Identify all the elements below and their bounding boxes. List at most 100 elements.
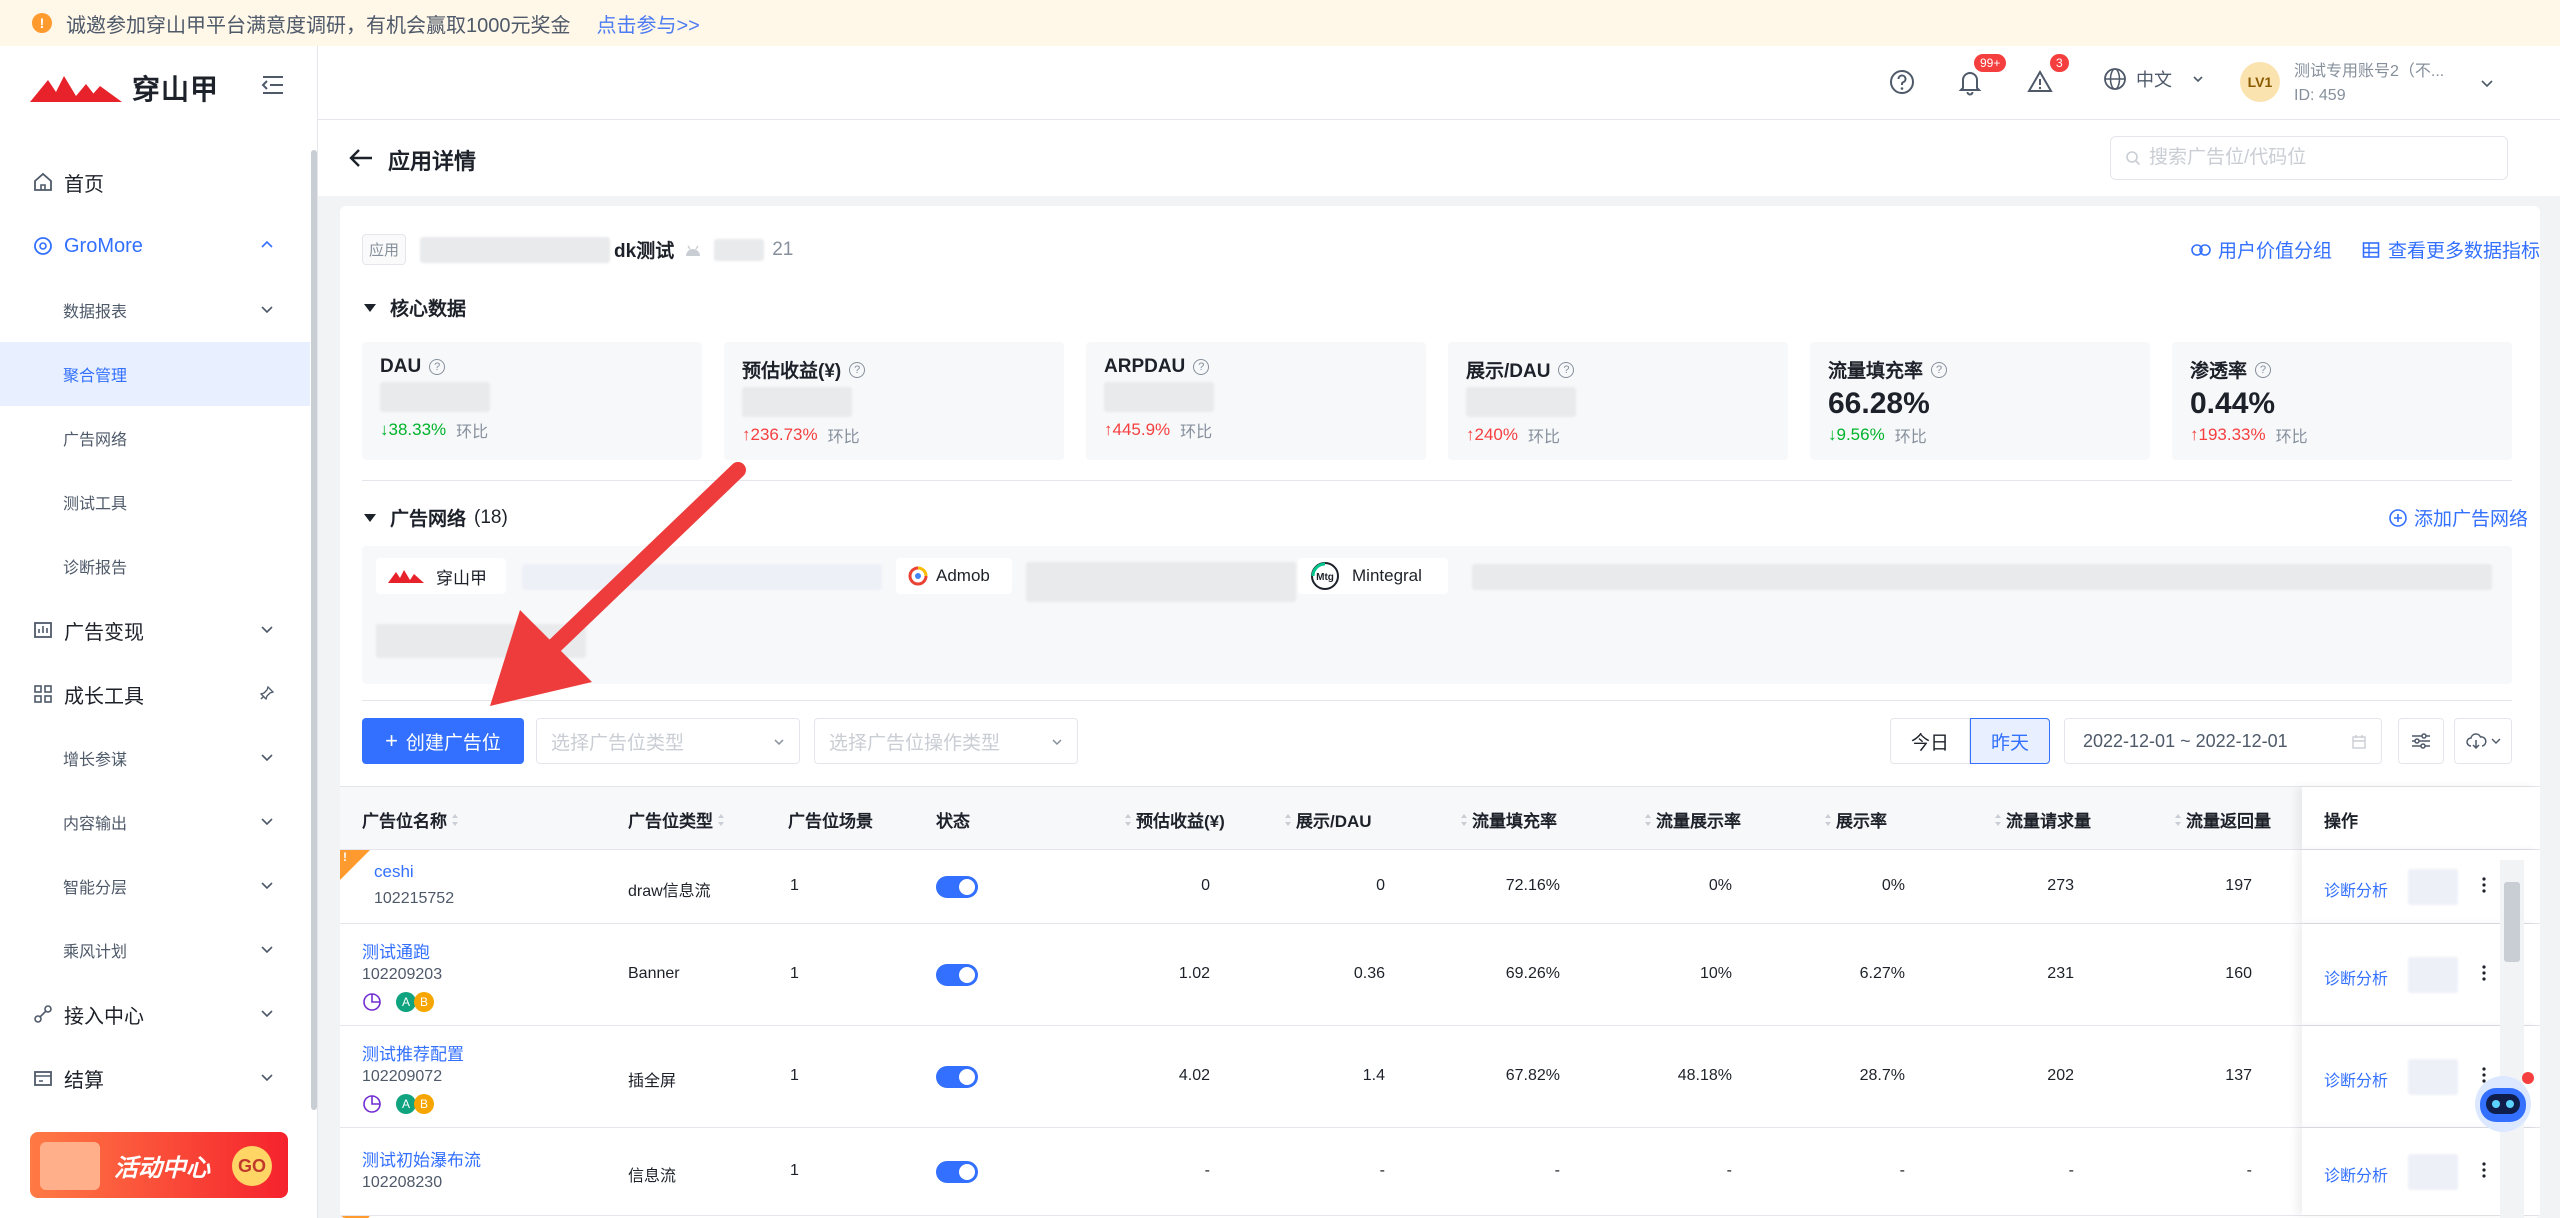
sidebar-item-4[interactable]: 广告网络 <box>0 406 310 470</box>
app-detail-card: 应用 dk测试 21 用户价值分组 查看更多数据指标 核心数据 DAU? ↓ 38… <box>340 206 2540 1218</box>
network-pangle[interactable]: 穿山甲 <box>376 558 506 594</box>
logo[interactable]: 穿山甲 <box>30 68 219 108</box>
sidebar-item-10[interactable]: 内容输出 <box>0 790 310 854</box>
network-mintegral[interactable]: Mtg Mintegral <box>1298 558 1448 594</box>
metric-compare-label: 环比 <box>2275 429 2308 446</box>
sidebar-item-9[interactable]: 增长参谋 <box>0 726 310 790</box>
status-toggle[interactable] <box>936 964 978 986</box>
pin-icon[interactable] <box>260 686 274 700</box>
diagnose-link[interactable]: 诊断分析 <box>2324 1067 2388 1091</box>
divider <box>362 480 2512 481</box>
help-icon[interactable]: ? <box>1193 359 1210 375</box>
sidebar-item-0[interactable]: 首页 <box>0 150 310 214</box>
sidebar-item-8[interactable]: 成长工具 <box>0 662 310 726</box>
more-options-icon[interactable] <box>2482 877 2486 893</box>
alert-icon[interactable] <box>2024 66 2056 98</box>
sidebar-item-label: 诊断报告 <box>63 560 128 577</box>
column-header[interactable]: 流量请求量 <box>1990 807 2091 832</box>
adunit-id: 102209072 <box>362 1068 443 1085</box>
chevron-down-icon <box>261 1010 273 1018</box>
cell-show-dau: - <box>1379 1162 1385 1179</box>
diagnose-link[interactable]: 诊断分析 <box>2324 965 2388 989</box>
column-header[interactable]: 展示/DAU <box>1280 807 1372 832</box>
column-header[interactable]: 流量填充率 <box>1456 807 1557 832</box>
sidebar-item-11[interactable]: 智能分层 <box>0 854 310 918</box>
adunit-name-link[interactable]: 测试通跑 <box>362 938 430 963</box>
sidebar-item-label: 成长工具 <box>64 685 144 708</box>
diagnose-link[interactable]: 诊断分析 <box>2324 1162 2388 1186</box>
sidebar-item-3[interactable]: 聚合管理 <box>0 342 310 406</box>
chevron-down-icon <box>1052 739 1062 746</box>
sidebar-item-5[interactable]: 测试工具 <box>0 470 310 534</box>
help-icon[interactable]: ? <box>1558 361 1575 378</box>
column-header[interactable]: 展示率 <box>1820 807 1887 832</box>
sidebar-item-14[interactable]: 结算 <box>0 1046 310 1110</box>
diagnose-link[interactable]: 诊断分析 <box>2324 877 2388 901</box>
more-options-icon[interactable] <box>2482 965 2486 981</box>
column-header[interactable]: 流量展示率 <box>1640 807 1741 832</box>
adunit-type-select[interactable]: 选择广告位类型 <box>536 718 800 764</box>
core-data-toggle[interactable]: 核心数据 <box>364 294 466 321</box>
metric-value-redacted <box>1466 387 1770 421</box>
metric-compare-label: 环比 <box>1894 429 1927 446</box>
cell-ret: 197 <box>2225 877 2252 894</box>
more-options-icon[interactable] <box>2482 1162 2486 1178</box>
sidebar-item-7[interactable]: 广告变现 <box>0 598 310 662</box>
scrollbar-thumb[interactable] <box>2504 882 2520 962</box>
adunit-name-link[interactable]: 测试推荐配置 <box>362 1040 464 1065</box>
adunit-name-link[interactable]: 测试初始瀑布流 <box>362 1146 481 1171</box>
yesterday-button[interactable]: 昨天 <box>1970 718 2051 764</box>
cell-show-rate-flow: 48.18% <box>1677 1067 1732 1084</box>
column-header-label: 广告位类型 <box>628 812 713 831</box>
help-icon[interactable]: ? <box>429 359 446 375</box>
avatar[interactable]: LV1 <box>2240 62 2280 102</box>
status-toggle[interactable] <box>936 876 978 898</box>
collapse-menu-icon[interactable] <box>258 70 288 100</box>
account-chevron-icon[interactable] <box>2480 76 2494 90</box>
table-scrollbar[interactable] <box>2500 860 2524 1218</box>
chevron-down-icon <box>774 739 784 746</box>
gromore-icon <box>34 237 52 255</box>
column-header[interactable]: 流量返回量 <box>2170 807 2271 832</box>
sidebar-item-12[interactable]: 乘风计划 <box>0 918 310 982</box>
more-metrics-link[interactable]: 查看更多数据指标 <box>2362 236 2540 263</box>
help-icon[interactable]: ? <box>849 361 866 378</box>
add-ad-network-link[interactable]: 添加广告网络 <box>2388 504 2528 531</box>
status-toggle[interactable] <box>936 1161 978 1183</box>
create-adunit-button[interactable]: + 创建广告位 <box>362 718 524 764</box>
download-button[interactable] <box>2454 718 2512 764</box>
ad-network-toggle[interactable]: 广告网络 (18) <box>364 504 508 531</box>
sidebar-item-6[interactable]: 诊断报告 <box>0 534 310 598</box>
user-value-group-link[interactable]: 用户价值分组 <box>2190 236 2332 263</box>
column-header-label: 操作 <box>2324 812 2358 831</box>
chevron-down-icon <box>2193 76 2203 83</box>
trend-up-icon: ↑ <box>2190 425 2199 444</box>
language-switcher[interactable]: 中文 <box>2102 66 2204 92</box>
adunit-op-select[interactable]: 选择广告位操作类型 <box>814 718 1078 764</box>
sidebar-item-13[interactable]: 接入中心 <box>0 982 310 1046</box>
column-header[interactable]: 广告位类型 <box>628 807 729 832</box>
column-header[interactable]: 广告位名称 <box>362 807 463 832</box>
sidebar-scrollbar[interactable] <box>311 150 317 1110</box>
search-box[interactable] <box>2110 136 2508 180</box>
today-button[interactable]: 今日 <box>1890 718 1971 764</box>
search-input[interactable] <box>2149 147 2479 169</box>
back-arrow-icon[interactable] <box>348 146 374 170</box>
status-toggle[interactable] <box>936 1066 978 1088</box>
trend-up-icon: ↑ <box>742 425 751 444</box>
account-info[interactable]: 测试专用账号2（不... ID: 459 <box>2294 60 2444 108</box>
column-header[interactable]: 预估收益(¥) <box>1120 807 1225 832</box>
column-settings-button[interactable] <box>2398 718 2444 764</box>
adunit-badges: A B <box>362 1094 434 1114</box>
assistant-robot-icon[interactable] <box>2468 1066 2538 1136</box>
banner-link[interactable]: 点击参与>> <box>597 9 700 38</box>
help-icon[interactable] <box>1886 66 1918 98</box>
activity-center-button[interactable]: 活动中心 GO <box>30 1132 288 1198</box>
help-icon[interactable]: ? <box>2255 361 2272 378</box>
help-icon[interactable]: ? <box>1931 361 1948 378</box>
sidebar-item-2[interactable]: 数据报表 <box>0 278 310 342</box>
date-range-picker[interactable]: 2022-12-01 ~ 2022-12-01 <box>2064 718 2382 764</box>
network-admob[interactable]: Admob <box>896 558 1012 594</box>
adunit-name-link[interactable]: ceshi <box>374 862 414 882</box>
sidebar-item-1[interactable]: GroMore <box>0 214 310 278</box>
